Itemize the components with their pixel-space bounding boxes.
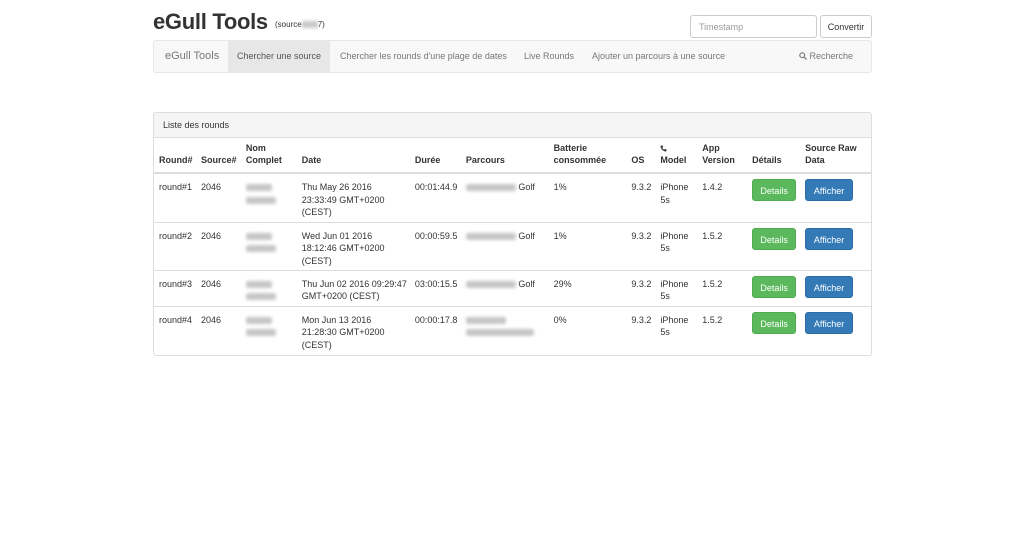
nom-complet — [240, 221, 297, 270]
batterie: 29% — [548, 269, 627, 306]
parcours: Golf — [460, 221, 549, 270]
os: 9.3.2 — [626, 269, 656, 306]
duree: 00:00:59.5 — [409, 221, 461, 270]
date-cell: Mon Jun 13 2016 21:28:30 GMT+0200 (CEST) — [296, 305, 410, 354]
details-button[interactable]: Details — [752, 179, 797, 201]
rounds-panel: Liste des rounds Round# Source# Nom Comp… — [153, 112, 872, 356]
page-header: eGull Tools (source 7) Convertir — [153, 0, 872, 40]
app-subtitle: (source 7) — [275, 20, 325, 29]
nom-complet — [240, 269, 297, 306]
subtitle-prefix: (source — [275, 20, 302, 29]
duree: 03:00:15.5 — [409, 269, 461, 306]
parcours: Golf — [460, 172, 549, 222]
table-row: round#1 2046 Thu May 26 2016 23:33:49 GMT… — [154, 172, 871, 222]
nav-brand[interactable]: eGull Tools — [165, 41, 219, 72]
os: 9.3.2 — [626, 305, 656, 354]
table-row: round#3 2046 Thu Jun 02 2016 09:29:47 GMT… — [154, 269, 871, 306]
afficher-button[interactable]: Afficher — [805, 227, 854, 250]
model: iPhone 5s — [655, 269, 698, 306]
details-cell: Details — [747, 221, 801, 270]
col-header-model: Model — [655, 138, 698, 174]
col-header: Nom Complet — [240, 138, 297, 174]
os: 9.3.2 — [626, 221, 656, 270]
details-cell: Details — [747, 172, 801, 222]
source-id: 2046 — [195, 305, 241, 354]
date-cell: Thu May 26 2016 23:33:49 GMT+0200 (CEST) — [296, 172, 410, 222]
convert-button[interactable]: Convertir — [820, 15, 872, 38]
nav-item-chercher-source[interactable]: Chercher une source — [228, 41, 330, 72]
afficher-cell: Afficher — [800, 305, 871, 354]
redacted-text — [301, 21, 318, 29]
nav-item-ajouter-parcours[interactable]: Ajouter un parcours à une source — [592, 41, 725, 72]
afficher-cell: Afficher — [800, 172, 871, 222]
afficher-button[interactable]: Afficher — [805, 179, 854, 201]
afficher-button[interactable]: Afficher — [805, 311, 854, 334]
parcours — [460, 305, 549, 354]
os: 9.3.2 — [626, 172, 656, 222]
source-id: 2046 — [195, 269, 241, 306]
col-header: Date — [296, 138, 410, 174]
col-header: Durée — [409, 138, 461, 174]
details-button[interactable]: Details — [752, 311, 797, 334]
search-icon — [799, 52, 808, 60]
parcours: Golf — [460, 269, 549, 306]
source-id: 2046 — [195, 172, 241, 222]
round-id: round#1 — [154, 172, 196, 222]
nav-item-chercher-rounds[interactable]: Chercher les rounds d'une plage de dates — [340, 41, 507, 72]
col-header: Round# — [154, 138, 196, 174]
app-version: 1.5.2 — [697, 269, 748, 306]
model: iPhone 5s — [655, 172, 698, 222]
subtitle-suffix: 7) — [317, 20, 325, 29]
table-header-row: Round# Source# Nom Complet Date Durée Pa… — [154, 138, 871, 174]
round-id: round#2 — [154, 221, 196, 270]
round-id: round#4 — [154, 305, 196, 354]
source-id: 2046 — [195, 221, 241, 270]
timestamp-input[interactable] — [690, 15, 817, 38]
details-cell: Details — [747, 305, 801, 354]
afficher-cell: Afficher — [800, 221, 871, 270]
nav-item-live-rounds[interactable]: Live Rounds — [524, 41, 574, 72]
col-header: Parcours — [460, 138, 549, 174]
table-row: round#4 2046 Mon Jun 13 2016 21:28:30 GMT… — [154, 305, 871, 354]
nom-complet — [240, 172, 297, 222]
col-header: OS — [626, 138, 656, 174]
nom-complet — [240, 305, 297, 354]
model: iPhone 5s — [655, 221, 698, 270]
col-header: Détails — [747, 138, 801, 174]
date-cell: Thu Jun 02 2016 09:29:47 GMT+0200 (CEST) — [296, 269, 410, 306]
afficher-cell: Afficher — [800, 269, 871, 306]
app-version: 1.4.2 — [697, 172, 748, 222]
app-version: 1.5.2 — [697, 221, 748, 270]
app-title: eGull Tools — [153, 9, 268, 34]
model: iPhone 5s — [655, 305, 698, 354]
app-version: 1.5.2 — [697, 305, 748, 354]
afficher-button[interactable]: Afficher — [805, 275, 854, 298]
col-header: App Version — [697, 138, 748, 174]
round-id: round#3 — [154, 269, 196, 306]
col-header: Source# — [195, 138, 241, 174]
batterie: 0% — [548, 305, 627, 354]
search-label: Recherche — [809, 51, 853, 61]
duree: 00:00:17.8 — [409, 305, 461, 354]
duree: 00:01:44.9 — [409, 172, 461, 222]
details-button[interactable]: Details — [752, 227, 797, 250]
nav-search[interactable]: Recherche — [799, 41, 853, 72]
rounds-table: Round# Source# Nom Complet Date Durée Pa… — [154, 138, 871, 354]
table-row: round#2 2046 Wed Jun 01 2016 18:12:46 GMT… — [154, 221, 871, 270]
details-button[interactable]: Details — [752, 275, 797, 298]
col-header: Batterie consommée — [548, 138, 627, 174]
details-cell: Details — [747, 269, 801, 306]
batterie: 1% — [548, 172, 627, 222]
navbar: eGull Tools Chercher une source Chercher… — [153, 40, 872, 73]
col-header: Source Raw Data — [800, 138, 871, 174]
phone-icon — [660, 145, 667, 152]
date-cell: Wed Jun 01 2016 18:12:46 GMT+0200 (CEST) — [296, 221, 410, 270]
batterie: 1% — [548, 221, 627, 270]
panel-title: Liste des rounds — [154, 113, 871, 138]
